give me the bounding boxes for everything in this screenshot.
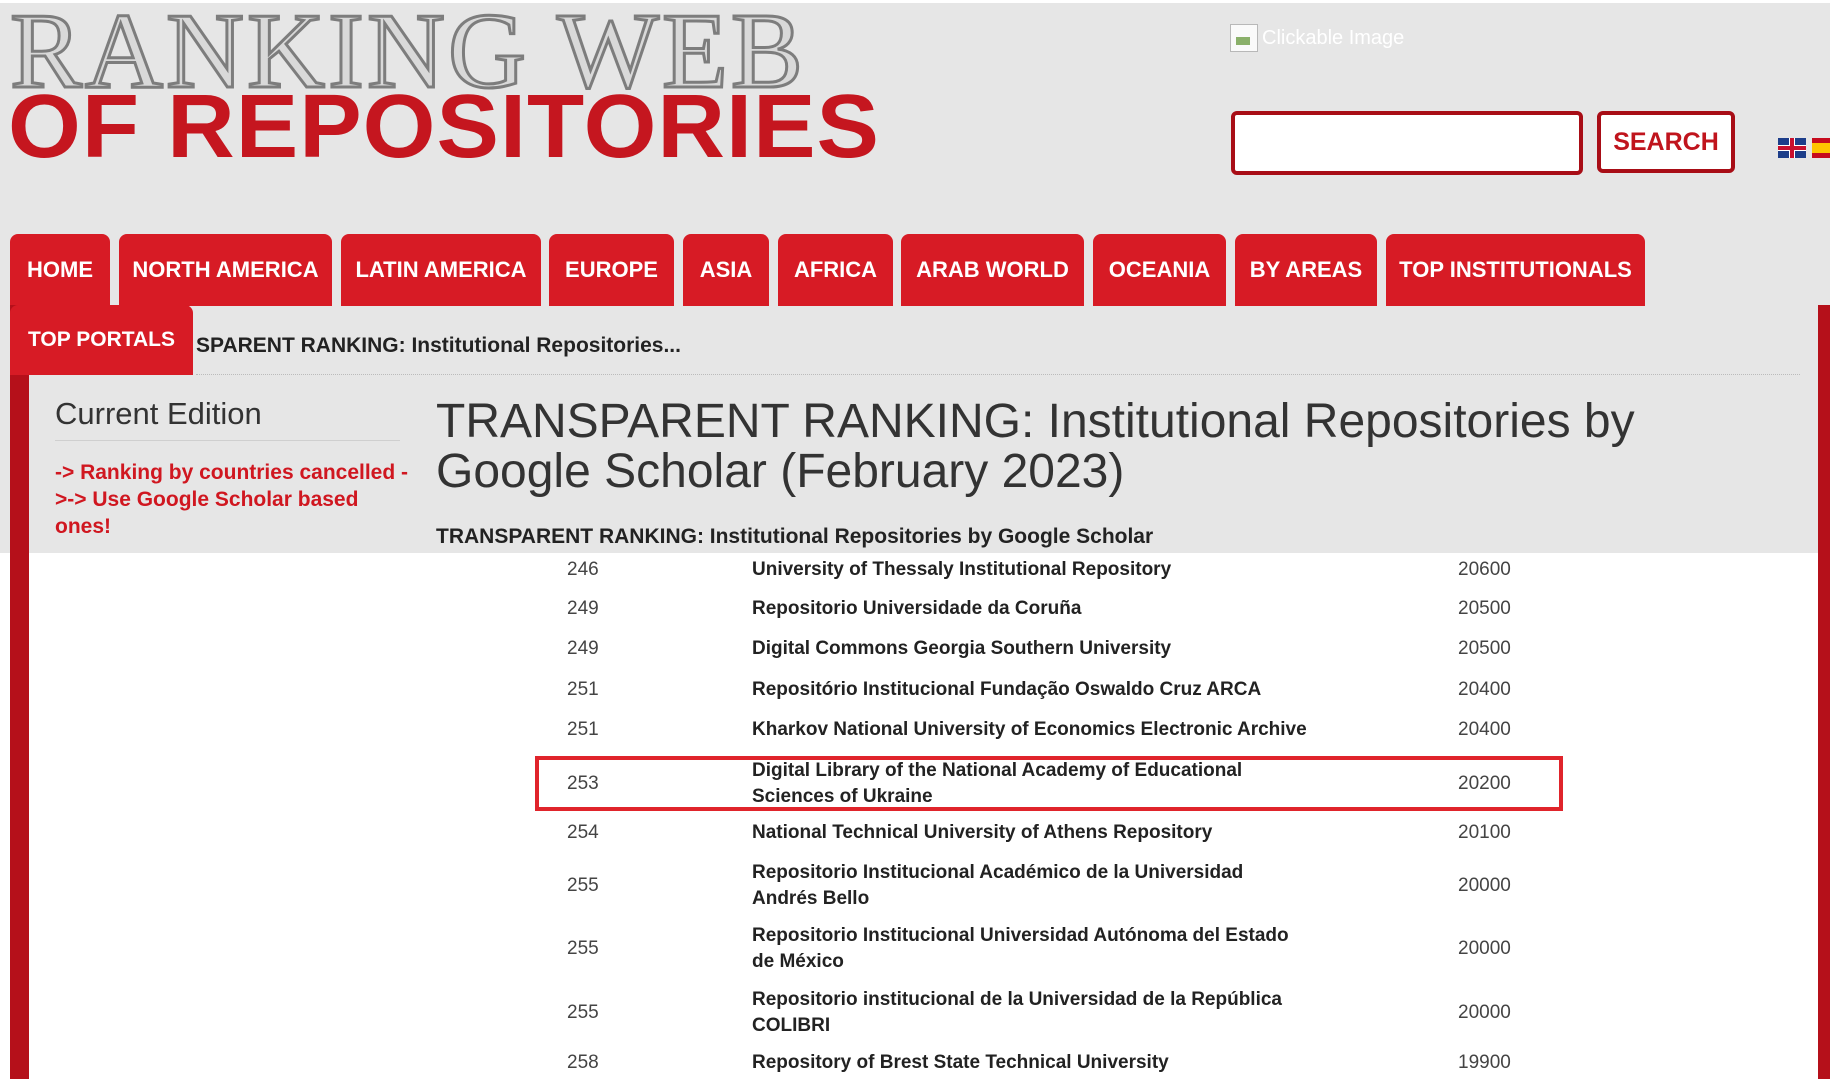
table-caption: TRANSPARENT RANKING: Institutional Repos… — [436, 525, 1154, 548]
table-row: 249 Digital Commons Georgia Southern Uni… — [530, 635, 1560, 663]
table-row: 255 Repositorio institucional de la Univ… — [530, 985, 1560, 1040]
nav-tab-top-portals[interactable]: TOP PORTALS — [10, 305, 193, 375]
value-cell: 20000 — [1458, 874, 1511, 896]
nav-tab-africa[interactable]: AFRICA — [778, 234, 893, 306]
value-cell: 20400 — [1458, 679, 1511, 700]
value-cell: 20500 — [1458, 638, 1511, 659]
table-row: 258 Repository of Brest State Technical … — [530, 1049, 1560, 1077]
spain-flag-icon[interactable] — [1812, 138, 1830, 158]
sidebar-note: -> Ranking by countries cancelled ->-> U… — [55, 461, 409, 538]
repository-name[interactable]: Repositório Institucional Fundação Oswal… — [752, 676, 1312, 704]
page-title: TRANSPARENT RANKING: Institutional Repos… — [436, 395, 1635, 498]
repository-name[interactable]: Repositorio Institucional Universidad Au… — [752, 921, 1312, 976]
rank-cell: 255 — [567, 937, 599, 959]
value-cell: 20600 — [1458, 559, 1511, 580]
repository-name[interactable]: Repositorio Universidade da Coruña — [752, 595, 1312, 623]
nav-tab-home[interactable]: HOME — [10, 234, 110, 306]
rank-cell: 255 — [567, 1001, 599, 1023]
clickable-image[interactable]: Clickable Image — [1230, 24, 1404, 52]
search-input[interactable] — [1231, 111, 1583, 175]
value-cell: 19900 — [1458, 1052, 1511, 1073]
sidebar-heading: Current Edition — [55, 396, 262, 431]
nav-tab-oceania[interactable]: OCEANIA — [1093, 234, 1226, 306]
rank-cell: 253 — [567, 772, 599, 794]
uk-flag-icon[interactable] — [1778, 138, 1806, 158]
repository-name[interactable]: Digital Commons Georgia Southern Univers… — [752, 635, 1312, 663]
rank-cell: 246 — [567, 559, 599, 580]
content-right-border — [1818, 305, 1830, 1079]
nav-tab-asia[interactable]: ASIA — [683, 234, 769, 306]
breadcrumb[interactable]: SPARENT RANKING: Institutional Repositor… — [196, 334, 681, 358]
rank-cell: 258 — [567, 1052, 599, 1073]
nav-tab-europe[interactable]: EUROPE — [549, 234, 674, 306]
table-row: 254 National Technical University of Ath… — [530, 819, 1560, 847]
repository-name[interactable]: National Technical University of Athens … — [752, 819, 1312, 847]
value-cell: 20000 — [1458, 937, 1511, 959]
value-cell: 20200 — [1458, 772, 1511, 794]
table-row-highlighted: 253 Digital Library of the National Acad… — [530, 756, 1560, 811]
table-row: 255 Repositorio Institucional Académico … — [530, 858, 1560, 913]
table-row: 255 Repositorio Institucional Universida… — [530, 921, 1560, 976]
rank-cell: 255 — [567, 874, 599, 896]
repository-name[interactable]: Kharkov National University of Economics… — [752, 716, 1312, 744]
nav-tab-arab-world[interactable]: ARAB WORLD — [901, 234, 1084, 306]
rank-cell: 249 — [567, 598, 599, 619]
clickable-image-alt: Clickable Image — [1262, 26, 1405, 49]
table-row: 251 Repositório Institucional Fundação O… — [530, 676, 1560, 704]
nav-tab-top-institutionals[interactable]: TOP INSTITUTIONALS — [1386, 234, 1645, 306]
value-cell: 20400 — [1458, 719, 1511, 740]
nav-tab-by-areas[interactable]: BY AREAS — [1235, 234, 1377, 306]
repository-name[interactable]: Digital Library of the National Academy … — [752, 756, 1312, 811]
rank-cell: 254 — [567, 822, 599, 843]
value-cell: 20100 — [1458, 822, 1511, 843]
repository-name[interactable]: Repositorio Institucional Académico de l… — [752, 858, 1312, 913]
breadcrumb-divider — [196, 374, 1800, 375]
nav-tab-latin-america[interactable]: LATIN AMERICA — [341, 234, 541, 306]
logo-title-line2[interactable]: OF REPOSITORIES — [8, 82, 880, 172]
rank-cell: 249 — [567, 638, 599, 659]
repository-name[interactable]: Repository of Brest State Technical Univ… — [752, 1049, 1312, 1077]
repository-name[interactable]: University of Thessaly Institutional Rep… — [752, 556, 1312, 584]
table-row: 246 University of Thessaly Institutional… — [530, 556, 1560, 584]
rank-cell: 251 — [567, 719, 599, 740]
broken-image-icon — [1230, 24, 1258, 52]
content-left-border — [10, 305, 29, 1079]
value-cell: 20500 — [1458, 598, 1511, 619]
repository-name[interactable]: Repositorio institucional de la Universi… — [752, 985, 1312, 1040]
search-button[interactable]: SEARCH — [1597, 111, 1735, 173]
rank-cell: 251 — [567, 679, 599, 700]
nav-tab-north-america[interactable]: NORTH AMERICA — [119, 234, 332, 306]
sidebar-divider — [55, 440, 400, 441]
table-row: 251 Kharkov National University of Econo… — [530, 716, 1560, 744]
table-row: 249 Repositorio Universidade da Coruña 2… — [530, 595, 1560, 623]
value-cell: 20000 — [1458, 1001, 1511, 1023]
